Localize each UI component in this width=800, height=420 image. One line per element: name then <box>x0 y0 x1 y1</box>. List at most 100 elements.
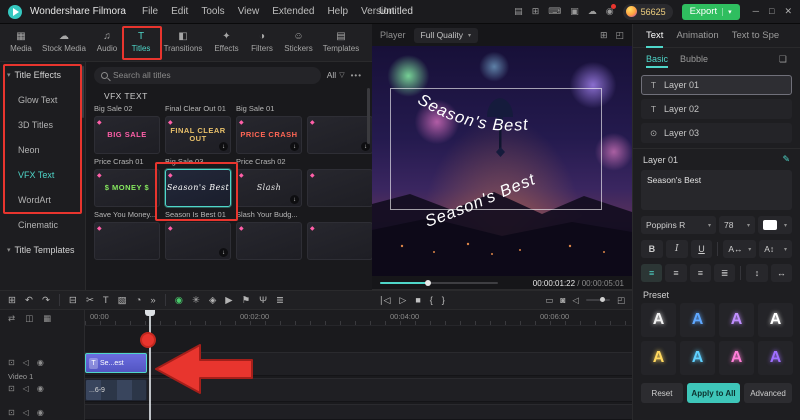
item-label[interactable]: Season Is Best 01 <box>165 210 231 219</box>
chevron-down-icon[interactable]: ▾ <box>722 7 732 16</box>
sidebar-scrollbar[interactable] <box>82 66 84 118</box>
font-family-dropdown[interactable]: Poppins R ▾ <box>641 216 716 234</box>
timeline-ruler[interactable]: 00:00 00:02:00 00:04:00 00:06:00 <box>85 310 632 326</box>
mark-out-button[interactable]: } <box>442 295 445 305</box>
subtab-bubble[interactable]: Bubble <box>680 54 708 64</box>
search-input[interactable] <box>113 70 314 80</box>
align-center-button[interactable]: ≡ <box>665 264 687 282</box>
fullscreen-icon[interactable]: ◰ <box>617 295 625 306</box>
tab-titles[interactable]: T Titles <box>124 24 158 61</box>
apply-to-all-button[interactable]: Apply to All <box>687 383 740 403</box>
bookmark-icon[interactable]: ❏ <box>779 54 787 65</box>
reset-button[interactable]: Reset <box>641 383 683 403</box>
item-label[interactable]: Final Clear Out 01 <box>165 104 231 113</box>
quality-dropdown[interactable]: Full Quality ▾ <box>413 27 479 43</box>
snap-icon[interactable]: ◫ <box>25 313 33 324</box>
title-thumbnail[interactable]: ◆ BIG SALE <box>94 116 160 154</box>
coin-balance[interactable]: 56625 <box>622 3 673 20</box>
edit-pen-icon[interactable]: ✎ <box>782 154 790 165</box>
align-right-button[interactable]: ≡ <box>689 264 712 282</box>
tab-audio[interactable]: ♫ Audio <box>90 24 124 61</box>
tab-text-to-speech[interactable]: Text to Spe <box>732 30 780 41</box>
tab-templates[interactable]: ▤ Templates <box>318 24 364 61</box>
sidebar-item-glow-text[interactable]: Glow Text <box>0 87 85 112</box>
download-icon[interactable]: ↓ <box>219 142 228 151</box>
preset-tile[interactable]: A <box>719 341 754 375</box>
menu-help[interactable]: Help <box>327 6 348 17</box>
cloud-icon[interactable]: ☁ <box>588 6 597 17</box>
menu-extended[interactable]: Extended <box>272 6 314 17</box>
redo-icon[interactable]: ↷ <box>42 295 50 306</box>
sidebar-item-3d-titles[interactable]: 3D Titles <box>0 112 85 137</box>
font-color-dropdown[interactable]: ▾ <box>758 216 792 234</box>
title-thumbnail[interactable]: ◆ <box>307 169 372 207</box>
snapshot-camera-icon[interactable]: ◙ <box>560 295 565 305</box>
item-label[interactable]: Big Sale 02 <box>94 104 160 113</box>
speaker-icon[interactable]: ◁ <box>572 295 579 306</box>
tab-transitions[interactable]: ◧ Transitions <box>158 24 208 61</box>
track-lock-icon[interactable]: ⊡ <box>8 358 15 367</box>
split-scissors-icon[interactable]: ✂ <box>86 295 94 306</box>
bold-button[interactable]: B <box>641 240 663 258</box>
menu-tools[interactable]: Tools <box>201 6 224 17</box>
maximize-button[interactable]: □ <box>769 6 774 17</box>
title-thumbnail[interactable]: ◆ Slash ↓ <box>236 169 302 207</box>
download-icon[interactable]: ↓ <box>290 142 299 151</box>
preset-tile[interactable]: A <box>641 303 676 337</box>
item-label[interactable]: Price Crash 02 <box>236 157 302 166</box>
menu-view[interactable]: View <box>238 6 260 17</box>
download-icon[interactable]: ↓ <box>219 248 228 257</box>
delete-icon[interactable]: ⊟ <box>69 295 77 306</box>
layer-row-3[interactable]: ⊙ Layer 03 <box>641 123 792 143</box>
stop-button[interactable]: ■ <box>415 295 420 305</box>
preset-tile[interactable]: A <box>680 341 715 375</box>
font-size-dropdown[interactable]: 78 ▾ <box>719 216 755 234</box>
detach-player-icon[interactable]: ◰ <box>615 30 624 41</box>
tab-filters[interactable]: ◑ Filters <box>245 24 279 61</box>
title-thumbnail[interactable]: ◆ ↓ <box>307 116 372 154</box>
tab-stickers[interactable]: ☺ Stickers <box>279 24 318 61</box>
workspace-icon[interactable]: ⊞ <box>8 295 16 306</box>
menu-edit[interactable]: Edit <box>171 6 188 17</box>
minimize-button[interactable]: ─ <box>753 6 759 17</box>
item-label[interactable]: Big Sale 01 <box>236 104 302 113</box>
tab-effects[interactable]: ✦ Effects <box>208 24 245 61</box>
preset-tile[interactable]: A <box>680 303 715 337</box>
title-thumbnail[interactable]: ◆ FINAL CLEAR OUT ↓ <box>165 116 231 154</box>
keyframe-rail-icon[interactable]: ▦ <box>43 313 51 324</box>
layer-row-1[interactable]: T Layer 01 <box>641 75 792 95</box>
chroma-key-icon[interactable]: ◉ <box>175 295 183 306</box>
text-tool-icon[interactable]: T <box>103 295 109 306</box>
align-left-button[interactable]: ≡ <box>641 264 663 282</box>
layer-row-2[interactable]: T Layer 02 <box>641 99 792 119</box>
menu-file[interactable]: File <box>142 6 158 17</box>
track-mute-icon[interactable]: ◁ <box>23 358 29 367</box>
voiceover-mic-icon[interactable]: Ψ <box>259 295 267 306</box>
align-justify-button[interactable]: ≣ <box>714 264 736 282</box>
audio-mixer-icon[interactable]: ≣ <box>276 295 284 306</box>
video-preview[interactable]: Season's Best Season's Best <box>372 46 632 276</box>
layout-grid-icon[interactable]: ⊞ <box>600 30 608 41</box>
advanced-button[interactable]: Advanced <box>744 383 792 403</box>
preset-tile[interactable]: A <box>758 303 793 337</box>
search-box[interactable] <box>94 66 321 84</box>
download-icon[interactable]: ↓ <box>290 195 299 204</box>
tab-stock-media[interactable]: ☁ Stock Media <box>38 24 90 61</box>
text-content-input[interactable]: Season's Best <box>641 170 792 210</box>
plugin-grid-icon[interactable]: ⊞ <box>532 6 540 17</box>
subtab-basic[interactable]: Basic <box>646 54 669 68</box>
motion-tracking-icon[interactable]: ✳ <box>192 295 200 306</box>
italic-button[interactable]: I <box>665 240 688 258</box>
item-label[interactable]: Price Crash 01 <box>94 157 160 166</box>
tab-animation[interactable]: Animation <box>676 30 718 41</box>
manage-tracks-icon[interactable]: ⇄ <box>8 313 15 324</box>
sidebar-item-wordart[interactable]: WordArt <box>0 187 85 212</box>
scrubber-track[interactable] <box>380 280 498 286</box>
marker-icon[interactable]: ⚑ <box>242 295 251 306</box>
title-thumbnail[interactable]: ◆ $ MONEY $ <box>94 169 160 207</box>
sidebar-item-neon[interactable]: Neon <box>0 137 85 162</box>
speed-icon[interactable]: ◔ <box>136 295 142 306</box>
sidebar-item-vfx-text[interactable]: VFX Text <box>0 162 85 187</box>
title-thumbnail[interactable]: ◆ <box>94 222 160 260</box>
more-tools-icon[interactable]: » <box>150 295 155 306</box>
